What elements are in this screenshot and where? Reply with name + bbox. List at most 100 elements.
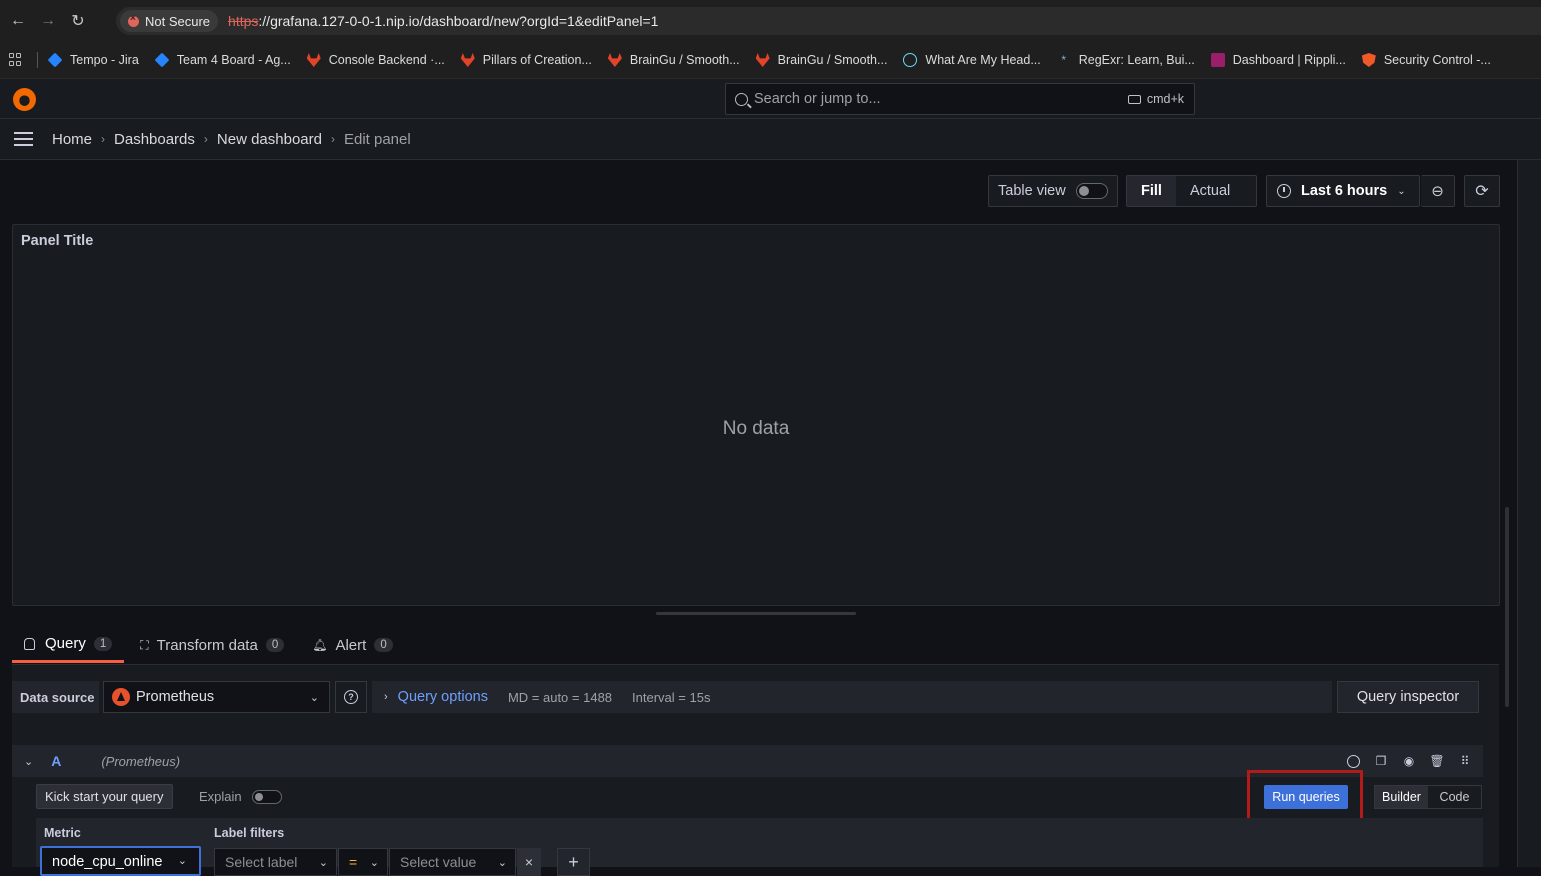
security-label: Not Secure	[145, 13, 211, 29]
options-pane-edge	[1517, 160, 1541, 867]
time-range-picker[interactable]: Last 6 hours ⌄	[1266, 175, 1420, 207]
metric-select[interactable]: node_cpu_online ⌄	[40, 846, 201, 876]
query-options-link[interactable]: Query options	[398, 689, 488, 705]
query-inspector-button[interactable]: Query inspector	[1337, 681, 1479, 713]
kick-start-button[interactable]: Kick start your query	[36, 784, 173, 809]
bookmark-item[interactable]: Console Backend ·...	[306, 53, 445, 67]
prometheus-icon	[112, 688, 130, 706]
fill-actual-switch: Fill Actual	[1126, 175, 1257, 207]
database-icon	[24, 637, 35, 650]
code-mode-option[interactable]: Code	[1428, 786, 1481, 808]
duplicate-icon[interactable]: ❐	[1373, 753, 1389, 769]
regexr-icon: *	[1061, 53, 1067, 67]
bookmark-item[interactable]: Security Control -...	[1361, 53, 1491, 67]
metric-label: Metric	[44, 826, 81, 840]
operator-select[interactable]: = ⌄	[338, 848, 388, 876]
help-icon[interactable]	[1345, 753, 1361, 769]
zoom-out-button[interactable]: ⊖	[1421, 175, 1455, 207]
data-source-select[interactable]: Prometheus ⌄	[103, 681, 330, 713]
search-input[interactable]: Search or jump to... cmd+k	[725, 83, 1195, 115]
toggle-switch[interactable]	[1075, 183, 1108, 199]
back-arrow-icon[interactable]: ←	[6, 9, 30, 33]
eye-icon[interactable]: ◉	[1401, 753, 1417, 769]
shield-icon	[1361, 53, 1376, 67]
scrollbar[interactable]	[1505, 507, 1509, 707]
actual-option[interactable]: Actual	[1176, 176, 1244, 206]
data-source-value: Prometheus	[136, 689, 215, 705]
refresh-button[interactable]: ⟳	[1464, 175, 1500, 207]
forward-arrow-icon[interactable]: →	[36, 9, 60, 33]
grafana-logo-icon[interactable]	[13, 88, 36, 111]
breadcrumb-current: Edit panel	[343, 130, 411, 148]
apps-grid-icon[interactable]	[9, 53, 23, 67]
plus-icon: +	[568, 851, 579, 872]
bookmark-item[interactable]: BrainGu / Smooth...	[755, 53, 887, 67]
data-source-label: Data source	[12, 681, 99, 713]
toggle-switch[interactable]	[251, 789, 282, 804]
add-filter-button[interactable]: +	[557, 848, 590, 876]
bookmark-item[interactable]: Dashboard | Rippli...	[1210, 53, 1346, 67]
breadcrumb: Home › Dashboards › New dashboard › Edit…	[0, 119, 1541, 160]
query-options-bar[interactable]: › Query options MD = auto = 1488 Interva…	[372, 681, 1332, 713]
bookmark-item[interactable]: * RegExr: Learn, Bui...	[1057, 53, 1194, 67]
chevron-right-icon: ›	[203, 132, 208, 146]
grafana-topbar: Search or jump to... cmd+k	[0, 79, 1541, 119]
drag-handle-icon[interactable]: ⠿	[1457, 753, 1473, 769]
breadcrumb-home[interactable]: Home	[52, 131, 92, 148]
security-chip[interactable]: Not Secure	[120, 10, 219, 32]
bookmarks-bar: Tempo - Jira Team 4 Board - Ag... Consol…	[0, 42, 1541, 79]
jira-icon	[47, 52, 63, 68]
query-ref-id[interactable]: A	[51, 753, 61, 769]
interval-value: Interval = 15s	[632, 689, 711, 705]
tab-alert[interactable]: 🔔︎ Alert 0	[300, 627, 404, 663]
chevron-right-icon: ›	[384, 691, 388, 703]
resize-splitter[interactable]	[656, 612, 856, 615]
gitlab-icon	[306, 53, 321, 67]
bell-icon: 🔔︎	[312, 638, 328, 652]
bookmark-item[interactable]: BrainGu / Smooth...	[607, 53, 740, 67]
panel-title[interactable]: Panel Title	[21, 233, 93, 249]
trash-icon[interactable]: 🗑︎	[1429, 753, 1445, 769]
table-view-label: Table view	[998, 183, 1066, 199]
chevron-down-icon: ⌄	[177, 855, 187, 867]
help-icon: ?	[344, 690, 358, 704]
gitlab-icon	[607, 53, 622, 67]
chevron-down-icon: ⌄	[309, 691, 319, 704]
breadcrumb-dashboard[interactable]: New dashboard	[217, 131, 322, 148]
remove-filter-button[interactable]: ×	[517, 848, 541, 876]
explain-toggle[interactable]: Explain	[199, 784, 282, 809]
keyboard-icon	[1127, 94, 1141, 104]
bookmark-divider	[37, 52, 38, 68]
bookmark-item[interactable]: Team 4 Board - Ag...	[154, 52, 291, 68]
data-source-help-button[interactable]: ?	[335, 681, 367, 713]
label-filters-label: Label filters	[214, 826, 285, 840]
address-bar[interactable]: Not Secure https://grafana.127-0-0-1.nip…	[116, 7, 1541, 35]
tab-count-badge: 1	[93, 636, 113, 651]
menu-icon[interactable]	[14, 132, 33, 146]
collapse-chevron-icon[interactable]: ⌄	[24, 755, 33, 768]
tab-transform-data[interactable]: ⛶ Transform data 0	[128, 627, 296, 663]
search-placeholder: Search or jump to...	[754, 91, 881, 107]
query-datasource-name: (Prometheus)	[101, 753, 181, 769]
gitlab-icon	[755, 53, 770, 67]
bookmark-item[interactable]: What Are My Head...	[903, 53, 1041, 67]
value-select[interactable]: Select value ⌄	[389, 848, 516, 876]
gitlab-icon	[460, 53, 475, 67]
tab-query[interactable]: Query 1	[12, 627, 125, 663]
search-icon	[735, 92, 748, 106]
label-select[interactable]: Select label ⌄	[214, 848, 337, 876]
breadcrumb-dashboards[interactable]: Dashboards	[114, 131, 195, 148]
reload-icon[interactable]: ↻	[66, 9, 90, 33]
bookmark-item[interactable]: Pillars of Creation...	[460, 53, 592, 67]
tab-count-badge: 0	[265, 638, 285, 652]
fill-option[interactable]: Fill	[1127, 176, 1176, 206]
table-view-toggle[interactable]: Table view	[988, 175, 1118, 207]
react-icon	[903, 53, 918, 67]
chevron-down-icon: ⌄	[1397, 185, 1406, 197]
run-queries-button[interactable]: Run queries	[1264, 785, 1348, 809]
tab-count-badge: 0	[374, 638, 393, 652]
panel-preview: Panel Title No data	[12, 224, 1500, 606]
builder-mode-option[interactable]: Builder	[1375, 786, 1428, 808]
ripple-icon	[1210, 53, 1225, 67]
bookmark-item[interactable]: Tempo - Jira	[47, 52, 139, 68]
